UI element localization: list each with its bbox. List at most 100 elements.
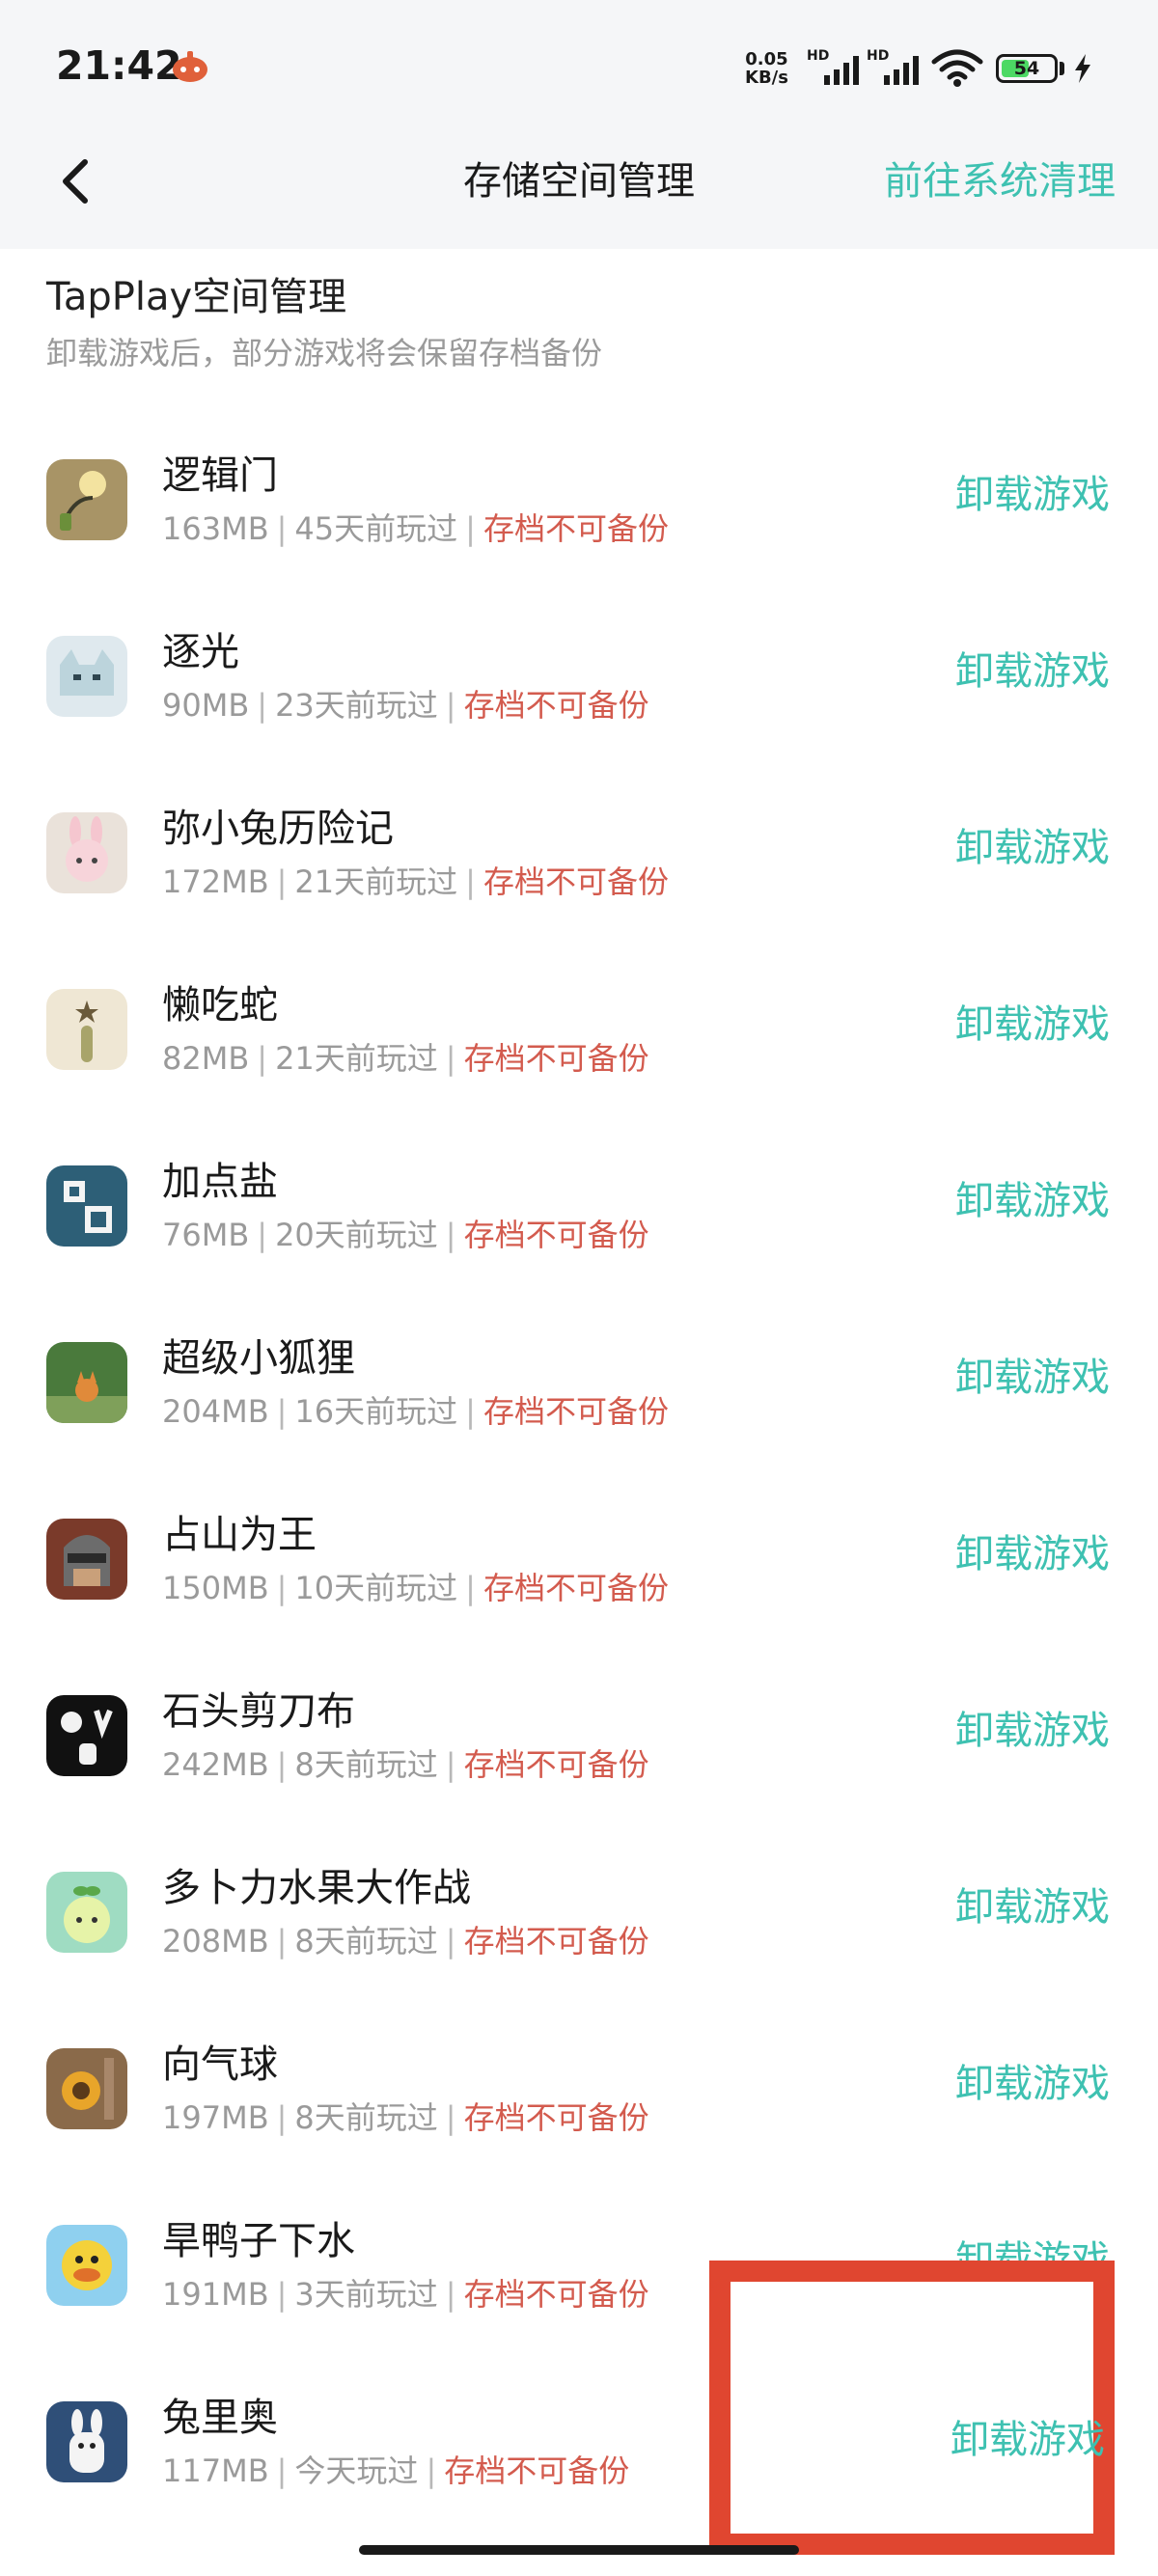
game-size: 172MB — [162, 863, 269, 900]
game-icon-landlubber-duck — [46, 2225, 127, 2306]
game-row: 占山为王 150MB | 10天前玩过 | 存档不可备份 卸载游戏 — [0, 1472, 1158, 1649]
game-meta: 90MB | 23天前玩过 | 存档不可备份 — [162, 687, 649, 724]
game-backup-status: 存档不可备份 — [482, 1570, 669, 1606]
uninstall-game-button[interactable]: 卸载游戏 — [955, 1705, 1110, 1757]
game-icon-fruit-battle — [46, 1872, 127, 1953]
uninstall-game-button[interactable]: 卸载游戏 — [955, 1352, 1110, 1404]
uninstall-game-button[interactable]: 卸载游戏 — [955, 645, 1110, 698]
signal-icon-2: HD — [867, 48, 926, 87]
game-backup-status: 存档不可备份 — [444, 2453, 630, 2489]
game-icon-lazy-snake — [46, 989, 127, 1070]
game-meta: 172MB | 21天前玩过 | 存档不可备份 — [162, 863, 669, 900]
game-name: 向气球 — [162, 2042, 278, 2087]
net-speed-unit: KB/s — [745, 68, 788, 88]
game-icon-sunflower-balloon — [46, 2048, 127, 2129]
game-name: 加点盐 — [162, 1160, 278, 1204]
game-backup-status: 存档不可备份 — [482, 863, 669, 900]
game-row: 懒吃蛇 82MB | 21天前玩过 | 存档不可备份 卸载游戏 — [0, 943, 1158, 1119]
game-size: 150MB — [162, 1570, 269, 1606]
game-icon-logic-gate — [46, 459, 127, 540]
game-size: 82MB — [162, 1040, 250, 1077]
home-indicator[interactable] — [359, 2545, 799, 2555]
game-backup-status: 存档不可备份 — [482, 1393, 669, 1430]
game-icon-rock-paper-scissors — [46, 1695, 127, 1776]
game-backup-status: 存档不可备份 — [463, 1040, 649, 1077]
game-size: 208MB — [162, 1923, 269, 1959]
game-row: 加点盐 76MB | 20天前玩过 | 存档不可备份 卸载游戏 — [0, 1119, 1158, 1296]
game-last-played: 21天前玩过 — [294, 863, 458, 900]
game-meta: 163MB | 45天前玩过 | 存档不可备份 — [162, 510, 669, 547]
uninstall-game-button[interactable]: 卸载游戏 — [955, 1881, 1110, 1933]
battery-icon: 54 — [996, 54, 1058, 83]
section-subtitle: 卸载游戏后，部分游戏将会保留存档备份 — [46, 335, 603, 371]
game-size: 90MB — [162, 687, 250, 724]
game-meta: 150MB | 10天前玩过 | 存档不可备份 — [162, 1570, 669, 1606]
game-size: 204MB — [162, 1393, 269, 1430]
game-backup-status: 存档不可备份 — [463, 1217, 649, 1253]
game-meta: 76MB | 20天前玩过 | 存档不可备份 — [162, 1217, 649, 1253]
game-last-played: 23天前玩过 — [275, 687, 438, 724]
signal-icon: HD — [807, 48, 867, 87]
game-backup-status: 存档不可备份 — [463, 2099, 649, 2136]
uninstall-game-button[interactable]: 卸载游戏 — [955, 1528, 1110, 1580]
game-meta: 197MB | 8天前玩过 | 存档不可备份 — [162, 2099, 649, 2136]
game-last-played: 今天玩过 — [294, 2453, 419, 2489]
game-row: 石头剪刀布 242MB | 8天前玩过 | 存档不可备份 卸载游戏 — [0, 1649, 1158, 1825]
game-backup-status: 存档不可备份 — [463, 687, 649, 724]
game-row: 超级小狐狸 204MB | 16天前玩过 | 存档不可备份 卸载游戏 — [0, 1296, 1158, 1472]
charging-bolt-icon — [1071, 52, 1094, 85]
game-last-played: 10天前玩过 — [294, 1570, 458, 1606]
battery-percent: 54 — [1013, 58, 1040, 79]
game-name: 逻辑门 — [162, 453, 278, 498]
highlight-box — [709, 2261, 1115, 2555]
game-name: 超级小狐狸 — [162, 1336, 355, 1381]
game-size: 191MB — [162, 2276, 269, 2313]
game-backup-status: 存档不可备份 — [463, 1923, 649, 1959]
uninstall-game-button[interactable]: 卸载游戏 — [955, 822, 1110, 874]
game-size: 197MB — [162, 2099, 269, 2136]
game-icon-hill-king — [46, 1519, 127, 1600]
system-clean-link[interactable]: 前往系统清理 — [884, 154, 1116, 208]
game-name: 旱鸭子下水 — [162, 2219, 355, 2263]
notification-app-icon — [170, 46, 210, 85]
game-icon-mi-xiaotu — [46, 812, 127, 893]
uninstall-game-button[interactable]: 卸载游戏 — [955, 469, 1110, 521]
game-name: 兔里奥 — [162, 2396, 278, 2440]
game-name: 懒吃蛇 — [162, 983, 278, 1028]
uninstall-game-button[interactable]: 卸载游戏 — [955, 999, 1110, 1051]
section-title: TapPlay空间管理 — [46, 275, 347, 319]
game-size: 163MB — [162, 510, 269, 547]
game-name: 石头剪刀布 — [162, 1689, 355, 1734]
status-time: 21:42 — [56, 42, 182, 89]
game-last-played: 8天前玩过 — [294, 1746, 438, 1783]
game-backup-status: 存档不可备份 — [463, 1746, 649, 1783]
game-row: 多卜力水果大作战 208MB | 8天前玩过 | 存档不可备份 卸载游戏 — [0, 1825, 1158, 2002]
game-last-played: 16天前玩过 — [294, 1393, 458, 1430]
game-row: 逻辑门 163MB | 45天前玩过 | 存档不可备份 卸载游戏 — [0, 413, 1158, 589]
game-last-played: 45天前玩过 — [294, 510, 458, 547]
game-backup-status: 存档不可备份 — [482, 510, 669, 547]
game-last-played: 8天前玩过 — [294, 2099, 438, 2136]
game-meta: 208MB | 8天前玩过 | 存档不可备份 — [162, 1923, 649, 1959]
wifi-icon — [930, 46, 984, 89]
net-speed-value: 0.05 — [745, 49, 788, 69]
game-backup-status: 存档不可备份 — [463, 2276, 649, 2313]
game-row: 向气球 197MB | 8天前玩过 | 存档不可备份 卸载游戏 — [0, 2002, 1158, 2179]
uninstall-game-button[interactable]: 卸载游戏 — [951, 2414, 1105, 2466]
game-meta: 191MB | 3天前玩过 | 存档不可备份 — [162, 2276, 649, 2313]
game-last-played: 8天前玩过 — [294, 1923, 438, 1959]
game-row: 逐光 90MB | 23天前玩过 | 存档不可备份 卸载游戏 — [0, 589, 1158, 766]
game-name: 逐光 — [162, 630, 239, 674]
game-icon-super-fox — [46, 1342, 127, 1423]
game-meta: 242MB | 8天前玩过 | 存档不可备份 — [162, 1746, 649, 1783]
game-name: 弥小兔历险记 — [162, 807, 394, 851]
game-meta: 82MB | 21天前玩过 | 存档不可备份 — [162, 1040, 649, 1077]
uninstall-game-button[interactable]: 卸载游戏 — [955, 1175, 1110, 1227]
game-last-played: 21天前玩过 — [275, 1040, 438, 1077]
status-bar: 21:42 0.05 KB/s HD HD 54 — [0, 0, 1158, 135]
game-size: 242MB — [162, 1746, 269, 1783]
game-last-played: 3天前玩过 — [294, 2276, 438, 2313]
uninstall-game-button[interactable]: 卸载游戏 — [955, 2058, 1110, 2110]
top-bar: 21:42 0.05 KB/s HD HD 54 存储空间管理 前往系统清理 — [0, 0, 1158, 249]
game-size: 117MB — [162, 2453, 269, 2489]
